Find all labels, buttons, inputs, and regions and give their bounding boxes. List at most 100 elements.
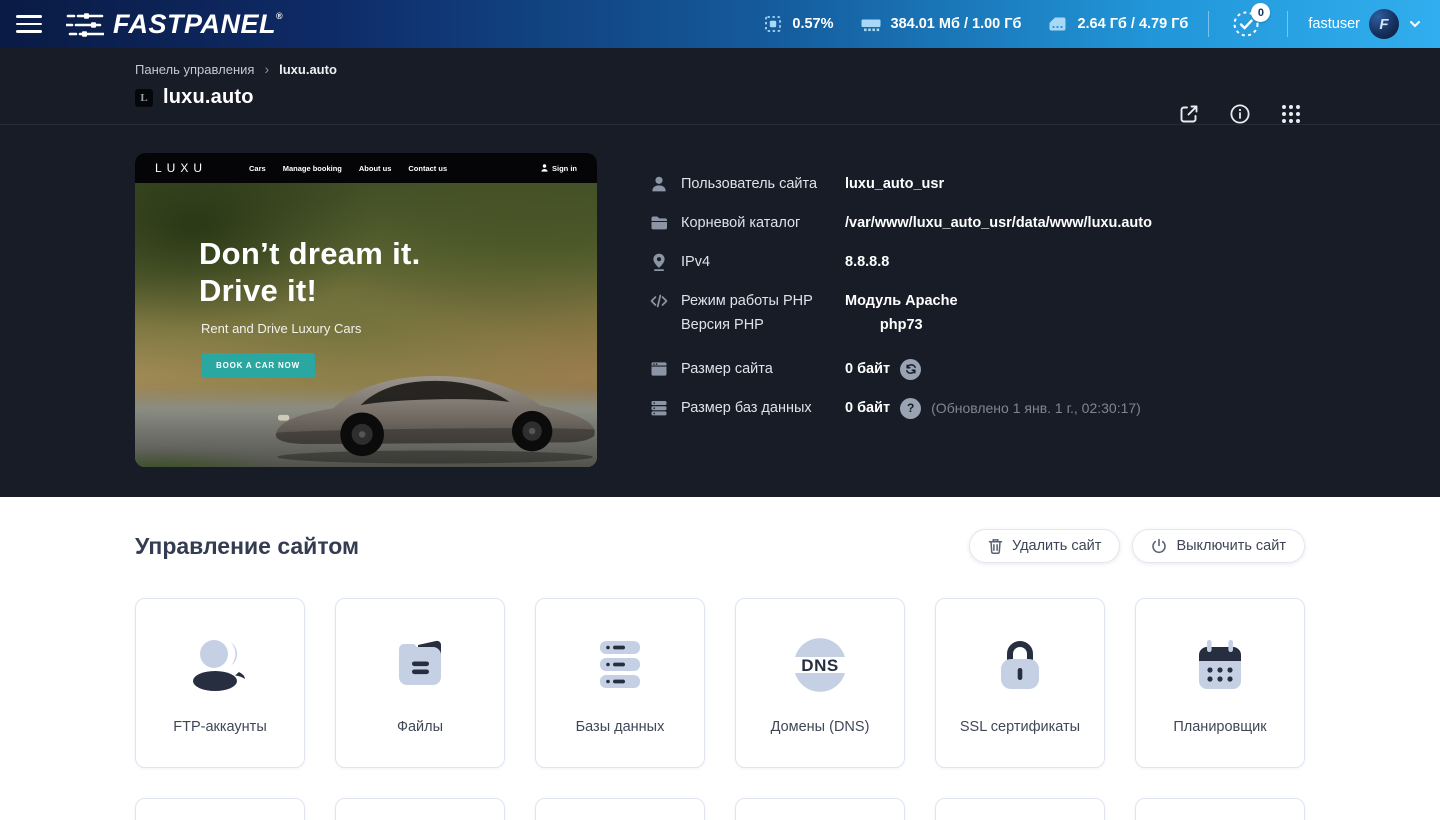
code-icon <box>649 290 669 311</box>
preview-heading: Don’t dream it. Drive it! <box>199 235 421 309</box>
notifications-button[interactable]: 0 <box>1229 7 1263 41</box>
person-mini-icon <box>541 164 548 172</box>
files-icon <box>388 629 452 701</box>
card-label: Домены (DNS) <box>771 719 870 735</box>
section-title: Управление сайтом <box>135 533 359 560</box>
preview-signin: Sign in <box>541 164 577 173</box>
open-site-external-icon[interactable] <box>1178 103 1200 125</box>
info-value: luxu_auto_usr <box>845 173 944 195</box>
breadcrumb-control-panel[interactable]: Панель управления <box>135 62 254 77</box>
memory-icon <box>860 14 882 34</box>
username: fastuser <box>1308 16 1360 32</box>
disk-icon <box>1047 14 1068 34</box>
card-files[interactable]: Файлы <box>335 598 505 768</box>
card-placeholder[interactable] <box>1135 798 1305 820</box>
database-icon <box>649 397 669 418</box>
info-value: php73 <box>880 314 923 336</box>
info-label: Размер сайта <box>681 358 845 380</box>
svg-text:DNS: DNS <box>801 656 838 675</box>
user-menu[interactable]: fastuser F <box>1308 9 1422 39</box>
preview-navbar: LUXU Cars Manage booking About us Contac… <box>135 153 597 183</box>
ssl-certificates-icon <box>988 629 1052 701</box>
memory-value: 384.01 Мб / 1.00 Гб <box>891 16 1022 32</box>
delete-site-button[interactable]: Удалить сайт <box>969 529 1120 563</box>
info-value: /var/www/luxu_auto_usr/data/www/luxu.aut… <box>845 212 1152 234</box>
card-domains-dns[interactable]: DNS Домены (DNS) <box>735 598 905 768</box>
notifications-count-badge: 0 <box>1251 3 1270 22</box>
info-row-user: Пользователь сайта luxu_auto_usr <box>649 173 1305 195</box>
info-row-ipv4: IPv4 8.8.8.8 <box>649 251 1305 273</box>
site-favicon: L <box>135 89 153 107</box>
preview-nav-about: About us <box>359 164 392 173</box>
menu-icon[interactable] <box>0 0 58 48</box>
card-ftp-accounts[interactable]: FTP-аккаунты <box>135 598 305 768</box>
site-preview-image: LUXU Cars Manage booking About us Contac… <box>135 153 597 467</box>
info-label: Размер баз данных <box>681 397 845 419</box>
info-value: 0 байт <box>845 358 890 380</box>
user-avatar: F <box>1369 9 1399 39</box>
card-placeholder[interactable] <box>135 798 305 820</box>
info-label: IPv4 <box>681 251 845 273</box>
breadcrumb-site: luxu.auto <box>279 62 337 77</box>
db-size-updated-note: (Обновлено 1 янв. 1 г., 02:30:17) <box>931 397 1141 419</box>
card-label: Планировщик <box>1173 719 1266 735</box>
info-value: 0 байт <box>845 397 890 419</box>
disk-stat: 2.64 Гб / 4.79 Гб <box>1047 14 1188 34</box>
location-icon <box>649 251 669 272</box>
info-label: Режим работы PHP <box>681 290 845 312</box>
card-label: FTP-аккаунты <box>173 719 267 735</box>
breadcrumb-separator-icon: › <box>264 63 269 76</box>
info-row-site-size: Размер сайта 0 байт <box>649 358 1305 380</box>
refresh-icon[interactable] <box>900 359 921 380</box>
preview-nav-cars: Cars <box>249 164 266 173</box>
apps-grid-icon[interactable] <box>1280 103 1302 125</box>
info-row-php: Режим работы PHP Версия PHP Модуль Apach… <box>649 290 1305 336</box>
card-placeholder[interactable] <box>935 798 1105 820</box>
card-label: Файлы <box>397 719 443 735</box>
cpu-icon <box>763 14 783 34</box>
info-value: 8.8.8.8 <box>845 251 889 273</box>
cpu-value: 0.57% <box>792 16 833 32</box>
preview-subheading: Rent and Drive Luxury Cars <box>201 321 361 336</box>
topbar-divider-2 <box>1287 11 1288 37</box>
disk-value: 2.64 Гб / 4.79 Гб <box>1077 16 1188 32</box>
card-placeholder[interactable] <box>535 798 705 820</box>
cpu-stat: 0.57% <box>763 14 833 34</box>
folder-icon <box>649 212 669 233</box>
site-size-icon <box>649 358 669 379</box>
info-label: Версия PHP <box>681 314 845 336</box>
fastpanel-sliders-icon <box>66 9 104 38</box>
management-cards-row2 <box>135 798 1305 820</box>
scheduler-icon <box>1188 629 1252 701</box>
memory-stat: 384.01 Мб / 1.00 Гб <box>860 14 1022 34</box>
trash-icon <box>988 538 1003 554</box>
help-icon[interactable]: ? <box>900 398 921 419</box>
preview-nav-contact: Contact us <box>408 164 447 173</box>
card-placeholder[interactable] <box>335 798 505 820</box>
brand-logo[interactable]: FASTPANEL® <box>66 9 283 39</box>
card-placeholder[interactable] <box>735 798 905 820</box>
power-icon <box>1151 538 1167 554</box>
info-icon[interactable] <box>1229 103 1251 125</box>
card-ssl-certificates[interactable]: SSL сертификаты <box>935 598 1105 768</box>
card-databases[interactable]: Базы данных <box>535 598 705 768</box>
card-scheduler[interactable]: Планировщик <box>1135 598 1305 768</box>
site-management-section: Управление сайтом Удалить сайт Выключить… <box>0 497 1440 820</box>
info-label: Пользователь сайта <box>681 173 845 195</box>
site-info-list: Пользователь сайта luxu_auto_usr Корнево… <box>649 153 1305 467</box>
disable-site-button[interactable]: Выключить сайт <box>1132 529 1305 563</box>
chevron-down-icon <box>1408 17 1422 31</box>
card-label: SSL сертификаты <box>960 719 1080 735</box>
brand-name: FASTPANEL® <box>113 9 283 39</box>
user-icon <box>649 173 669 194</box>
preview-site-logo: LUXU <box>155 161 207 175</box>
preview-cta-button: BOOK A CAR NOW <box>201 353 315 378</box>
breadcrumb: Панель управления › luxu.auto <box>135 62 1305 77</box>
topbar: FASTPANEL® 0.57% 384.01 Мб / 1.00 Гб 2.6… <box>0 0 1440 48</box>
management-cards: FTP-аккаунты Файлы <box>135 598 1305 768</box>
preview-nav-booking: Manage booking <box>283 164 342 173</box>
info-label: Корневой каталог <box>681 212 845 234</box>
topbar-divider <box>1208 11 1209 37</box>
card-label: Базы данных <box>576 719 665 735</box>
databases-icon <box>588 629 652 701</box>
